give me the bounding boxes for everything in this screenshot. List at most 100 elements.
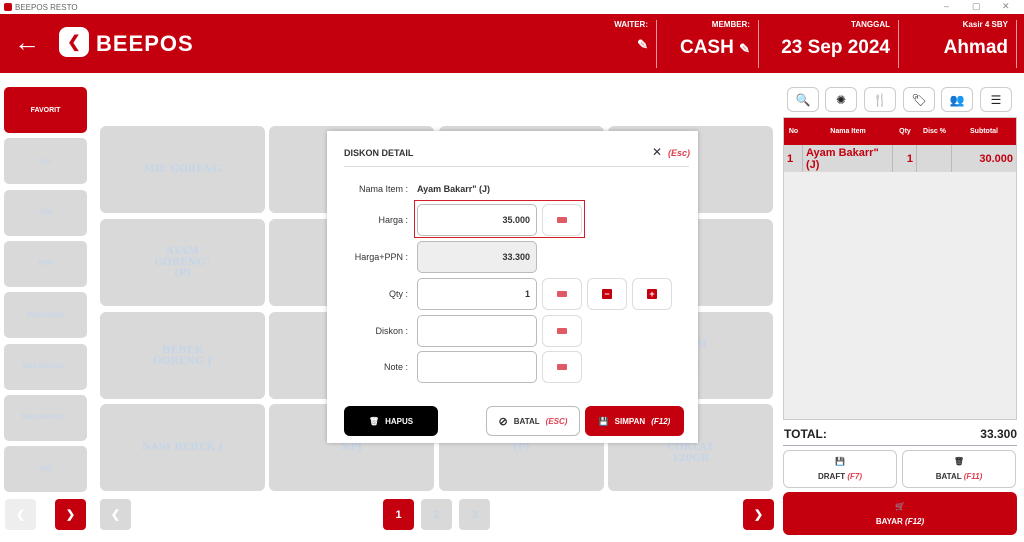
col-subtotal: Subtotal xyxy=(952,118,1016,145)
dialog-title: DISKON DETAIL xyxy=(344,148,414,158)
harga-ppn-input: 33.300 xyxy=(417,241,537,273)
cashier-label: Kasir 4 SBY xyxy=(962,20,1008,29)
simpan-shortcut: (F12) xyxy=(651,416,671,426)
cell-qty: 1 xyxy=(893,145,917,172)
batal-order-button[interactable]: 🗑 BATAL (F11) xyxy=(902,450,1016,488)
harga-keyboard-button[interactable] xyxy=(542,204,582,236)
close-icon[interactable]: ✕ xyxy=(652,145,662,159)
qty-label: Qty : xyxy=(388,289,408,299)
member-value: CASH xyxy=(679,37,734,58)
category-item[interactable]: FAVORIT xyxy=(4,87,87,133)
maximize-button[interactable]: ▢ xyxy=(972,1,981,12)
pencil-icon[interactable]: ✎ xyxy=(739,41,750,56)
pencil-icon[interactable]: ✎ xyxy=(600,37,648,53)
close-window-button[interactable]: ✕ xyxy=(1002,1,1010,12)
category-item[interactable]: MAKANANG... xyxy=(4,394,87,441)
batal-label: BATAL xyxy=(513,416,540,426)
page-button[interactable]: 1 xyxy=(383,499,414,530)
brand-name: BEEPOS xyxy=(96,31,194,56)
search-button[interactable]: 🔍 xyxy=(787,87,819,112)
diskon-input[interactable] xyxy=(417,315,537,347)
trash-icon: 🗑 xyxy=(953,457,965,466)
discount-badge-icon: ✺ xyxy=(835,92,847,107)
minimize-button[interactable]: – xyxy=(944,1,949,11)
window-titlebar: BEEPOS RESTO – ▢ ✕ xyxy=(0,0,1024,14)
col-item: Nama Item xyxy=(803,118,893,145)
note-label: Note : xyxy=(383,362,408,372)
discount-button[interactable]: ✺ xyxy=(825,87,857,112)
category-item[interactable]: MAKANAN xyxy=(4,292,87,339)
qty-increase-button[interactable]: + xyxy=(632,278,672,310)
divider xyxy=(783,445,1017,446)
close-shortcut: (Esc) xyxy=(668,148,691,158)
category-item[interactable]: MINI xyxy=(4,240,87,287)
col-qty: Qty xyxy=(893,118,917,145)
diskon-keyboard-button[interactable] xyxy=(542,315,582,347)
batal-order-label: BATAL xyxy=(935,472,962,481)
simpan-button[interactable]: 💾 SIMPAN (F12) xyxy=(585,406,684,436)
date-label: TANGGAL xyxy=(851,20,890,29)
qty-decrease-button[interactable]: − xyxy=(587,278,627,310)
keyboard-icon xyxy=(557,328,567,334)
waiter-section[interactable]: WAITER: ✎ xyxy=(600,20,657,68)
member-label: MEMBER: xyxy=(711,20,750,29)
diskon-label: Diskon : xyxy=(375,326,408,336)
batal-button[interactable]: ⊘ BATAL (ESC) xyxy=(486,406,580,436)
dine-button[interactable]: 🍴 xyxy=(864,87,896,112)
col-disc: Disc % xyxy=(917,118,952,145)
app-logo-icon xyxy=(4,3,12,11)
menu-tile[interactable]: MIE GORENG xyxy=(100,126,265,213)
page-button[interactable]: 2 xyxy=(421,499,452,530)
cashier-section: Kasir 4 SBY Ahmad xyxy=(899,20,1017,68)
menu-prev-button[interactable]: ❮ xyxy=(100,499,131,530)
divider xyxy=(344,166,689,167)
draft-label: DRAFT xyxy=(817,472,846,481)
harga-input[interactable]: 35.000 xyxy=(417,204,537,236)
save-icon: 💾 xyxy=(835,457,845,466)
minus-icon: − xyxy=(602,289,612,299)
draft-shortcut: (F7) xyxy=(847,472,862,481)
harga-ppn-label: Harga+PPN : xyxy=(354,252,408,262)
beepos-logo-icon: ❮ xyxy=(59,27,89,57)
menu-tile[interactable]: BEBEK GORENG J xyxy=(100,312,265,399)
hapus-label: HAPUS xyxy=(385,416,414,426)
menu-next-button[interactable]: ❯ xyxy=(743,499,774,530)
keyboard-icon xyxy=(557,364,567,370)
page-button[interactable]: 3 xyxy=(459,499,490,530)
back-arrow-icon[interactable]: ← xyxy=(14,28,40,56)
simpan-label: SIMPAN xyxy=(614,416,646,426)
col-no: No xyxy=(784,118,803,145)
customer-button[interactable]: 👥 xyxy=(941,87,973,112)
plus-icon: + xyxy=(647,289,657,299)
menu-tile[interactable]: NASI BEBEK J xyxy=(100,404,265,491)
member-section[interactable]: MEMBER: CASH ✎ xyxy=(657,20,759,68)
tag-icon: 🏷 xyxy=(911,92,927,107)
category-item[interactable]: ALL xyxy=(4,138,87,185)
cell-item: Ayam Bakarr" (J) xyxy=(803,145,893,172)
qty-keyboard-button[interactable] xyxy=(542,278,582,310)
total-label: TOTAL: xyxy=(784,427,827,441)
bayar-button[interactable]: 🛒 BAYAR (F12) xyxy=(783,492,1017,535)
note-input[interactable] xyxy=(417,351,537,383)
tag-button[interactable]: 🏷 xyxy=(903,87,935,112)
menu-tile[interactable]: AYAM GORENG" (P) xyxy=(100,219,265,306)
waiter-label: WAITER: xyxy=(614,20,648,29)
cashier-value: Ahmad xyxy=(943,37,1008,58)
category-prev-button[interactable]: ❮ xyxy=(5,499,36,530)
keyboard-icon xyxy=(557,217,567,223)
category-item[interactable]: ATK xyxy=(4,189,87,236)
cell-disc xyxy=(917,145,952,172)
utensils-icon: 🍴 xyxy=(872,92,888,107)
list-button[interactable]: ☰ xyxy=(980,87,1012,112)
category-item[interactable]: MIE xyxy=(4,446,87,493)
trash-icon: 🗑 xyxy=(368,416,380,426)
draft-button[interactable]: 💾 DRAFT (F7) xyxy=(783,450,897,488)
discount-detail-dialog: DISKON DETAIL ✕ (Esc) Nama Item : Ayam B… xyxy=(327,131,698,443)
search-icon: 🔍 xyxy=(795,92,811,107)
qty-input[interactable]: 1 xyxy=(417,278,537,310)
category-item[interactable]: MAKANANA... xyxy=(4,343,87,390)
category-next-button[interactable]: ❯ xyxy=(55,499,86,530)
hapus-button[interactable]: 🗑 HAPUS xyxy=(344,406,438,436)
date-value: 23 Sep 2024 xyxy=(781,37,890,58)
note-keyboard-button[interactable] xyxy=(542,351,582,383)
